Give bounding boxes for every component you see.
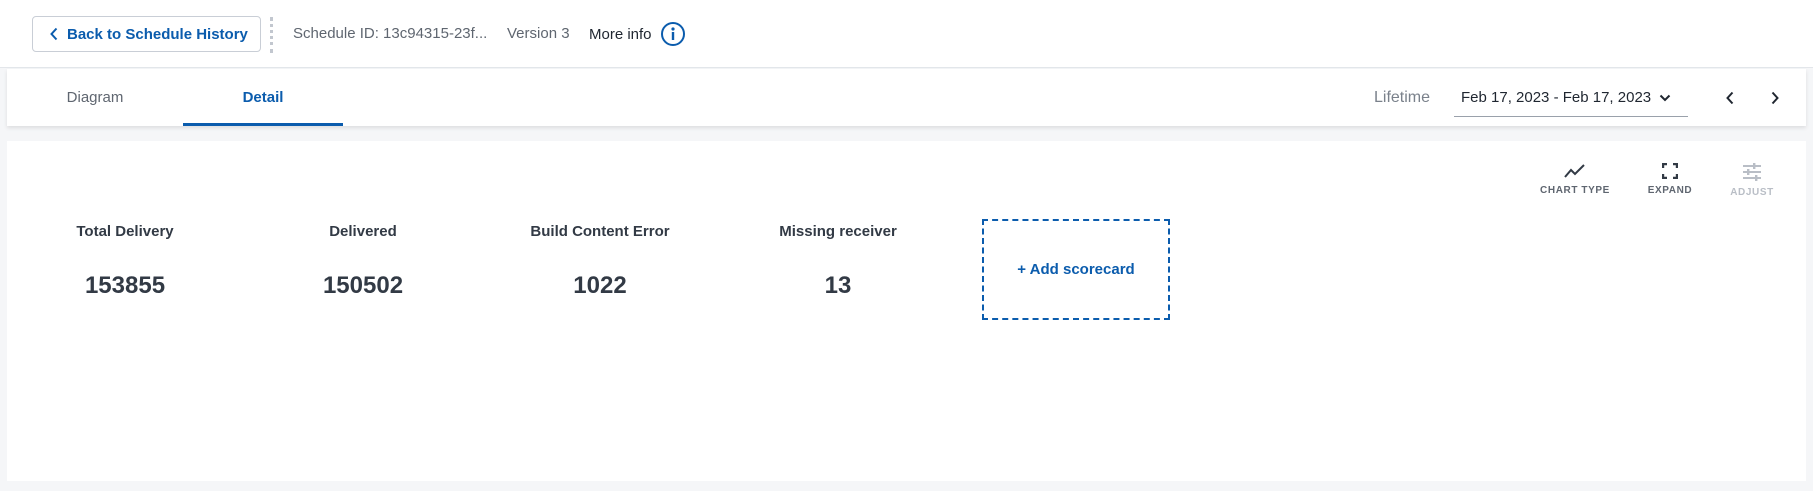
scorecard-label: Build Content Error [530, 223, 670, 240]
scorecard-label: Total Delivery [76, 223, 174, 240]
back-to-schedule-history-button[interactable]: Back to Schedule History [32, 16, 261, 52]
expand-icon [1662, 163, 1678, 179]
line-chart-icon [1564, 164, 1585, 178]
chevron-right-icon [1771, 91, 1779, 105]
adjust-label: ADJUST [1730, 187, 1774, 198]
scorecard-label: Delivered [329, 223, 397, 240]
tab-bar: Diagram Detail Lifetime Feb 17, 2023 - F… [7, 69, 1806, 126]
chevron-left-icon [50, 27, 58, 41]
scorecard-value: 1022 [573, 272, 627, 299]
scorecard-value: 153855 [84, 272, 166, 299]
add-scorecard-label: + Add scorecard [1017, 261, 1135, 278]
more-info-label: More info [589, 25, 652, 43]
date-range-select[interactable]: Feb 17, 2023 - Feb 17, 2023 [1454, 79, 1688, 117]
chevron-down-icon [1659, 94, 1671, 101]
back-button-label: Back to Schedule History [67, 25, 248, 43]
previous-period-button[interactable] [1717, 85, 1743, 111]
scorecard-missing-receiver[interactable]: Missing receiver 13 [743, 221, 933, 321]
scorecard-value: 150502 [322, 272, 404, 299]
chart-type-button[interactable]: CHART TYPE [1535, 163, 1615, 196]
expand-label: EXPAND [1647, 185, 1693, 196]
adjust-button[interactable]: ADJUST [1712, 163, 1792, 198]
active-tab-indicator [183, 123, 343, 126]
tab-diagram-label: Diagram [66, 89, 124, 106]
tab-detail[interactable]: Detail [183, 69, 343, 126]
version-label: Version 3 [507, 25, 570, 42]
period-label: Lifetime [1374, 89, 1431, 106]
scorecard-label: Missing receiver [779, 223, 897, 240]
detail-panel: CHART TYPE EXPAND ADJUST Total Delivery … [7, 141, 1806, 481]
header-divider [270, 17, 273, 53]
date-range-value: Feb 17, 2023 - Feb 17, 2023 [1461, 89, 1652, 106]
more-info-button[interactable]: More info [589, 21, 686, 47]
chart-type-label: CHART TYPE [1540, 185, 1610, 196]
top-header: Back to Schedule History Schedule ID: 13… [0, 0, 1813, 68]
expand-button[interactable]: EXPAND [1630, 163, 1710, 196]
add-scorecard-button[interactable]: + Add scorecard [982, 219, 1170, 320]
schedule-id: Schedule ID: 13c94315-23f... [293, 25, 488, 42]
scorecard-delivered[interactable]: Delivered 150502 [268, 221, 458, 321]
sliders-icon [1743, 163, 1761, 181]
chevron-left-icon [1726, 91, 1734, 105]
scorecard-build-content-error[interactable]: Build Content Error 1022 [505, 221, 695, 321]
next-period-button[interactable] [1762, 85, 1788, 111]
scorecard-value: 13 [824, 272, 852, 299]
scorecard-total-delivery[interactable]: Total Delivery 153855 [30, 221, 220, 321]
info-circle-icon [660, 22, 685, 46]
tab-diagram[interactable]: Diagram [7, 69, 183, 126]
tab-detail-label: Detail [242, 89, 284, 106]
